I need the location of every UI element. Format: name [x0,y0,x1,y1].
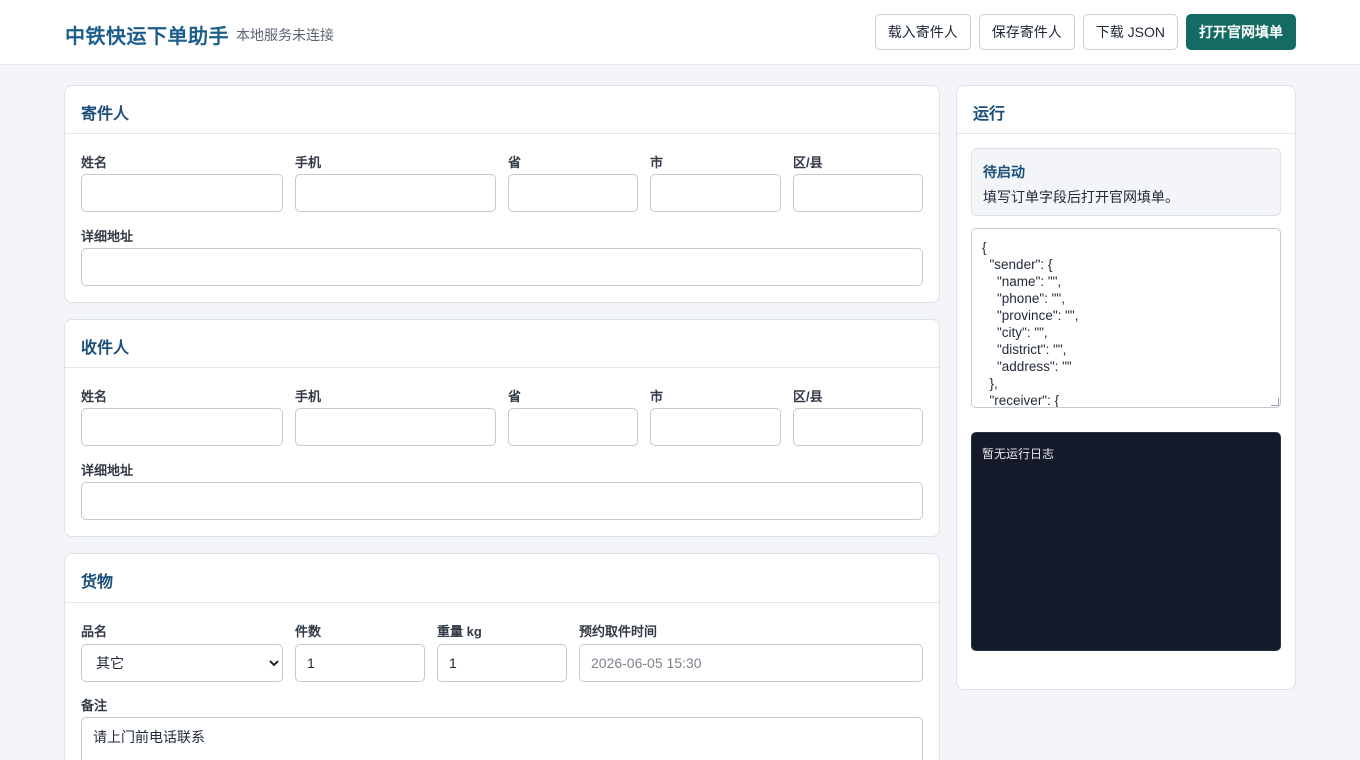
receiver-address-label: 详细地址 [81,463,134,478]
sender-city-input[interactable] [650,174,781,212]
open-official-form-button[interactable]: 打开官网填单 [1186,14,1296,50]
receiver-name-label: 姓名 [81,389,108,404]
sender-card-title: 寄件人 [65,86,939,134]
run-log-text: 暂无运行日志 [982,447,1055,461]
cargo-weight-label: 重量 kg [437,624,482,639]
sender-province-label: 省 [508,155,522,170]
cargo-item-label: 品名 [81,624,108,639]
receiver-province-input[interactable] [508,408,638,446]
sender-city-label: 市 [650,155,664,170]
sender-province-input[interactable] [508,174,638,212]
cargo-count-input[interactable] [295,644,425,682]
receiver-city-input[interactable] [650,408,781,446]
run-card: 运行 待启动 填写订单字段后打开官网填单。 { "sender": { "nam… [956,85,1296,690]
sender-name-label: 姓名 [81,155,108,170]
sender-district-input[interactable] [793,174,923,212]
sender-address-input[interactable] [81,248,923,286]
cargo-card: 货物 品名 其它 件数 重量 kg 预约取件时间 备注 请上门前电话联系 [64,553,940,760]
sender-district-label: 区/县 [793,155,823,170]
receiver-name-input[interactable] [81,408,283,446]
cargo-card-title: 货物 [65,554,939,603]
sender-address-label: 详细地址 [81,229,134,244]
run-status-description: 填写订单字段后打开官网填单。 [983,189,1179,205]
json-preview-resize-grip[interactable] [1271,398,1279,406]
run-log-panel: 暂无运行日志 [971,432,1281,651]
sender-name-input[interactable] [81,174,283,212]
json-preview-textarea[interactable]: { "sender": { "name": "", "phone": "", "… [971,228,1281,408]
receiver-phone-label: 手机 [295,389,322,404]
cargo-weight-input[interactable] [437,644,567,682]
pickup-time-label: 预约取件时间 [579,624,658,639]
receiver-card-title: 收件人 [65,320,939,368]
pickup-time-input[interactable] [579,644,923,682]
service-status-text: 本地服务未连接 [236,27,334,43]
save-sender-button[interactable]: 保存寄件人 [978,14,1075,50]
run-status-box: 待启动 填写订单字段后打开官网填单。 [971,148,1281,216]
sender-card: 寄件人 姓名 手机 省 市 区/县 详细地址 [64,85,940,303]
note-textarea[interactable]: 请上门前电话联系 [81,717,923,760]
cargo-item-select[interactable]: 其它 [81,644,283,682]
run-status-title: 待启动 [983,164,1025,180]
receiver-phone-input[interactable] [295,408,496,446]
cargo-count-label: 件数 [295,624,322,639]
app-title: 中铁快运下单助手 [65,26,229,48]
note-label: 备注 [81,698,108,713]
receiver-address-input[interactable] [81,482,923,520]
sender-phone-input[interactable] [295,174,496,212]
receiver-city-label: 市 [650,389,664,404]
sender-phone-label: 手机 [295,155,322,170]
run-card-title: 运行 [957,86,1295,134]
receiver-district-input[interactable] [793,408,923,446]
top-bar: 中铁快运下单助手 本地服务未连接 载入寄件人 保存寄件人 下载 JSON 打开官… [0,0,1360,65]
receiver-card: 收件人 姓名 手机 省 市 区/县 详细地址 [64,319,940,537]
receiver-province-label: 省 [508,389,522,404]
receiver-district-label: 区/县 [793,389,823,404]
top-actions: 载入寄件人 保存寄件人 下载 JSON 打开官网填单 [874,14,1296,50]
download-json-button[interactable]: 下载 JSON [1082,14,1178,50]
load-sender-button[interactable]: 载入寄件人 [874,14,971,50]
